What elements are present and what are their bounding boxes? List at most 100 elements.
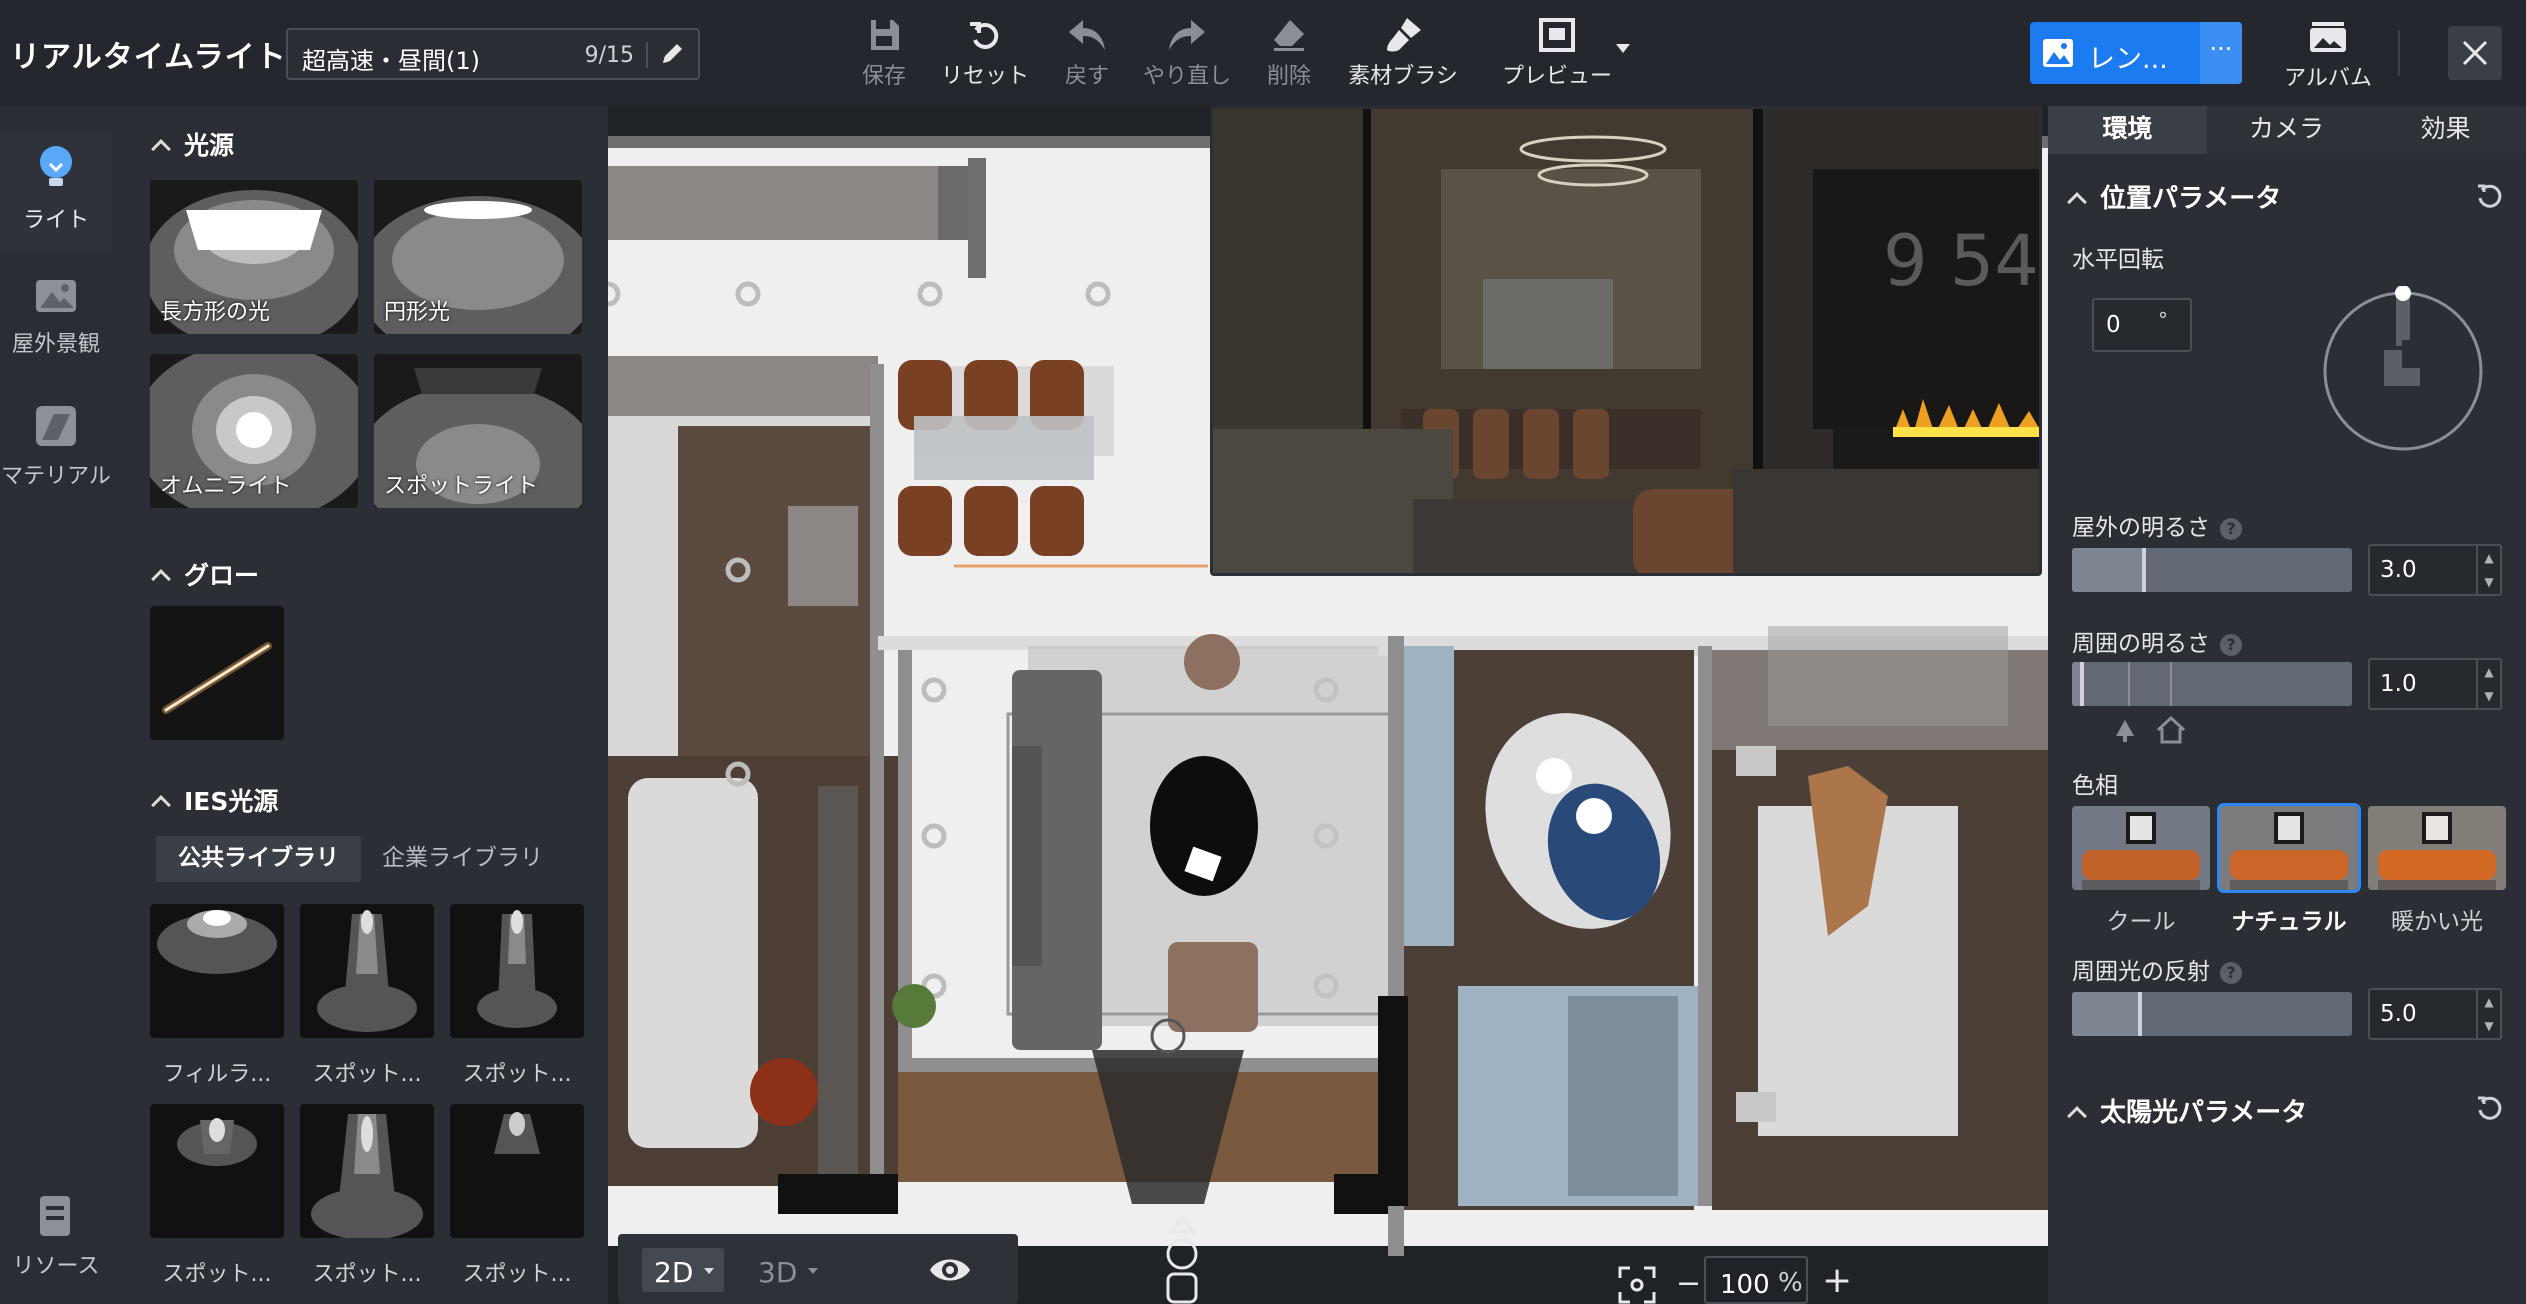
floorplan-canvas[interactable]: 9 54 2D 3D − 100 % + — [608, 106, 2048, 1304]
help-icon[interactable]: ? — [2220, 961, 2242, 984]
eraser-icon — [1274, 20, 1304, 51]
stepper[interactable]: ▲ ▼ — [2476, 660, 2500, 708]
rotation-input[interactable]: 0 ° — [2092, 298, 2192, 352]
rail-item-resource[interactable]: リソース — [0, 1194, 112, 1280]
light-tile-circle[interactable]: 円形光 — [374, 180, 582, 334]
pencil-icon[interactable] — [656, 38, 688, 70]
save-button[interactable]: 保存 — [852, 16, 916, 92]
save-icon — [871, 20, 899, 50]
reset-button[interactable]: リセット — [938, 16, 1032, 92]
left-rail: ライト 屋外景観 マテリアル リソース — [0, 106, 128, 1304]
camera-person-icon[interactable] — [1162, 1215, 1202, 1304]
preview-icon — [1539, 18, 1575, 52]
rail-item-light[interactable]: ライト — [0, 132, 112, 252]
ies-thumb — [477, 910, 557, 1028]
section-light-source[interactable]: 光源 — [151, 126, 234, 162]
ies-tile-4[interactable] — [150, 1104, 284, 1238]
hue-caption-warm: 暖かい光 — [2391, 909, 2483, 935]
light-tile-rectangle[interactable]: 長方形の光 — [150, 180, 358, 334]
chevron-up-icon — [2067, 192, 2087, 212]
ies-caption: フィルラ... — [162, 1062, 272, 1087]
redo-button[interactable]: やり直し — [1142, 16, 1232, 92]
divider — [2398, 30, 2400, 76]
hue-option-cool[interactable] — [2072, 806, 2210, 890]
section-ies[interactable]: IES光源 — [151, 782, 278, 818]
slider-handle[interactable] — [2142, 548, 2146, 592]
home-icon — [2156, 716, 2186, 744]
slider-handle[interactable] — [2138, 992, 2142, 1036]
caret-down-icon — [704, 1268, 714, 1274]
section-position-params[interactable]: 位置パラメータ — [2067, 178, 2281, 215]
tab-camera[interactable]: カメラ — [2207, 106, 2366, 154]
chevron-up-icon — [151, 569, 171, 589]
ies-tile-3[interactable] — [450, 904, 584, 1038]
help-icon[interactable]: ? — [2220, 633, 2242, 656]
caret-down-icon — [808, 1268, 818, 1274]
section-glow[interactable]: グロー — [151, 556, 259, 592]
outdoor-brightness-input[interactable]: 3.0 ▲ ▼ — [2368, 544, 2502, 596]
ies-tile-2[interactable] — [300, 904, 434, 1038]
tab-effects[interactable]: 効果 — [2366, 106, 2525, 154]
ies-tile-5[interactable] — [300, 1104, 434, 1238]
caret-down-icon[interactable] — [1616, 44, 1630, 53]
album-button[interactable]: アルバム — [2280, 20, 2376, 92]
tab-company-library[interactable]: 企業ライブラリ — [360, 836, 565, 882]
stepper[interactable]: ▲ ▼ — [2476, 990, 2500, 1038]
stepper[interactable]: ▲ ▼ — [2476, 546, 2500, 594]
ambient-brightness-slider[interactable] — [2072, 662, 2352, 706]
bulb-icon — [40, 146, 72, 186]
outdoor-brightness-slider[interactable] — [2072, 548, 2352, 592]
delete-button[interactable]: 削除 — [1264, 16, 1314, 92]
eye-icon[interactable] — [928, 1250, 972, 1294]
ies-tile-1[interactable] — [150, 904, 284, 1038]
view-3d-button[interactable]: 3D — [746, 1248, 828, 1292]
ies-thumb — [157, 910, 277, 974]
light-tile-spot[interactable]: スポットライト — [374, 354, 582, 508]
glow-tile[interactable] — [150, 606, 284, 740]
ambient-brightness-input[interactable]: 1.0 ▲ ▼ — [2368, 658, 2502, 710]
render-more-button[interactable]: ··· — [2200, 22, 2242, 84]
help-icon[interactable]: ? — [2220, 517, 2242, 540]
view-2d-button[interactable]: 2D — [642, 1248, 724, 1292]
section-sun-params[interactable]: 太陽光パラメータ — [2067, 1092, 2307, 1129]
zoom-in-button[interactable]: + — [1822, 1260, 1852, 1301]
divider — [646, 42, 648, 68]
ambient-reflection-label: 周囲光の反射? — [2072, 952, 2242, 986]
render-preview[interactable]: 9 54 — [1210, 106, 2042, 576]
chevron-up-icon — [151, 139, 171, 159]
close-button[interactable] — [2448, 26, 2502, 80]
fit-view-icon[interactable] — [1618, 1266, 1656, 1304]
reset-icon[interactable] — [2476, 182, 2504, 210]
rotation-dial[interactable] — [2318, 286, 2488, 456]
tab-public-library[interactable]: 公共ライブラリ — [156, 836, 361, 882]
hue-option-natural[interactable] — [2217, 803, 2361, 893]
ies-thumb — [317, 910, 417, 1032]
hue-option-warm[interactable] — [2368, 806, 2506, 890]
material-icon — [36, 406, 76, 446]
light-tile-omni[interactable]: オムニライト — [150, 354, 358, 508]
top-toolbar: リアルタイムライト 超高速・昼間(1) 9/15 保存 リセット 戻す やり直し… — [0, 0, 2526, 106]
ies-tile-6[interactable] — [450, 1104, 584, 1238]
zoom-controls: − 100 % + — [1604, 1254, 2044, 1304]
undo-icon — [1069, 20, 1105, 50]
undo-button[interactable]: 戻す — [1062, 16, 1112, 92]
ambient-reflection-slider[interactable] — [2072, 992, 2352, 1036]
reset-icon[interactable] — [2476, 1094, 2504, 1122]
render-button[interactable]: レン... ··· — [2030, 22, 2242, 84]
scene-name: 超高速・昼間(1) — [302, 47, 480, 75]
zoom-unit: % — [1778, 1268, 1803, 1298]
tab-environment[interactable]: 環境 — [2048, 106, 2207, 154]
light-library-panel: 光源 長方形の光 円形光 オムニライト スポットライト グロー IES光源 公共… — [128, 106, 608, 1304]
ambient-reflection-input[interactable]: 5.0 ▲ ▼ — [2368, 988, 2502, 1040]
scene-selector[interactable]: 超高速・昼間(1) 9/15 — [286, 28, 700, 80]
zoom-out-button[interactable]: − — [1676, 1266, 1701, 1301]
slider-handle[interactable] — [2080, 662, 2084, 706]
material-brush-button[interactable]: 素材ブラシ — [1346, 16, 1460, 92]
preview-button[interactable]: プレビュー — [1492, 16, 1622, 92]
resource-icon — [40, 1196, 70, 1236]
rail-item-outdoor[interactable]: 屋外景観 — [0, 276, 112, 358]
hue-label: 色相 — [2072, 773, 2118, 799]
ies-thumb — [494, 1112, 540, 1154]
ies-caption: スポット... — [462, 1062, 572, 1087]
rail-item-material[interactable]: マテリアル — [0, 404, 112, 490]
